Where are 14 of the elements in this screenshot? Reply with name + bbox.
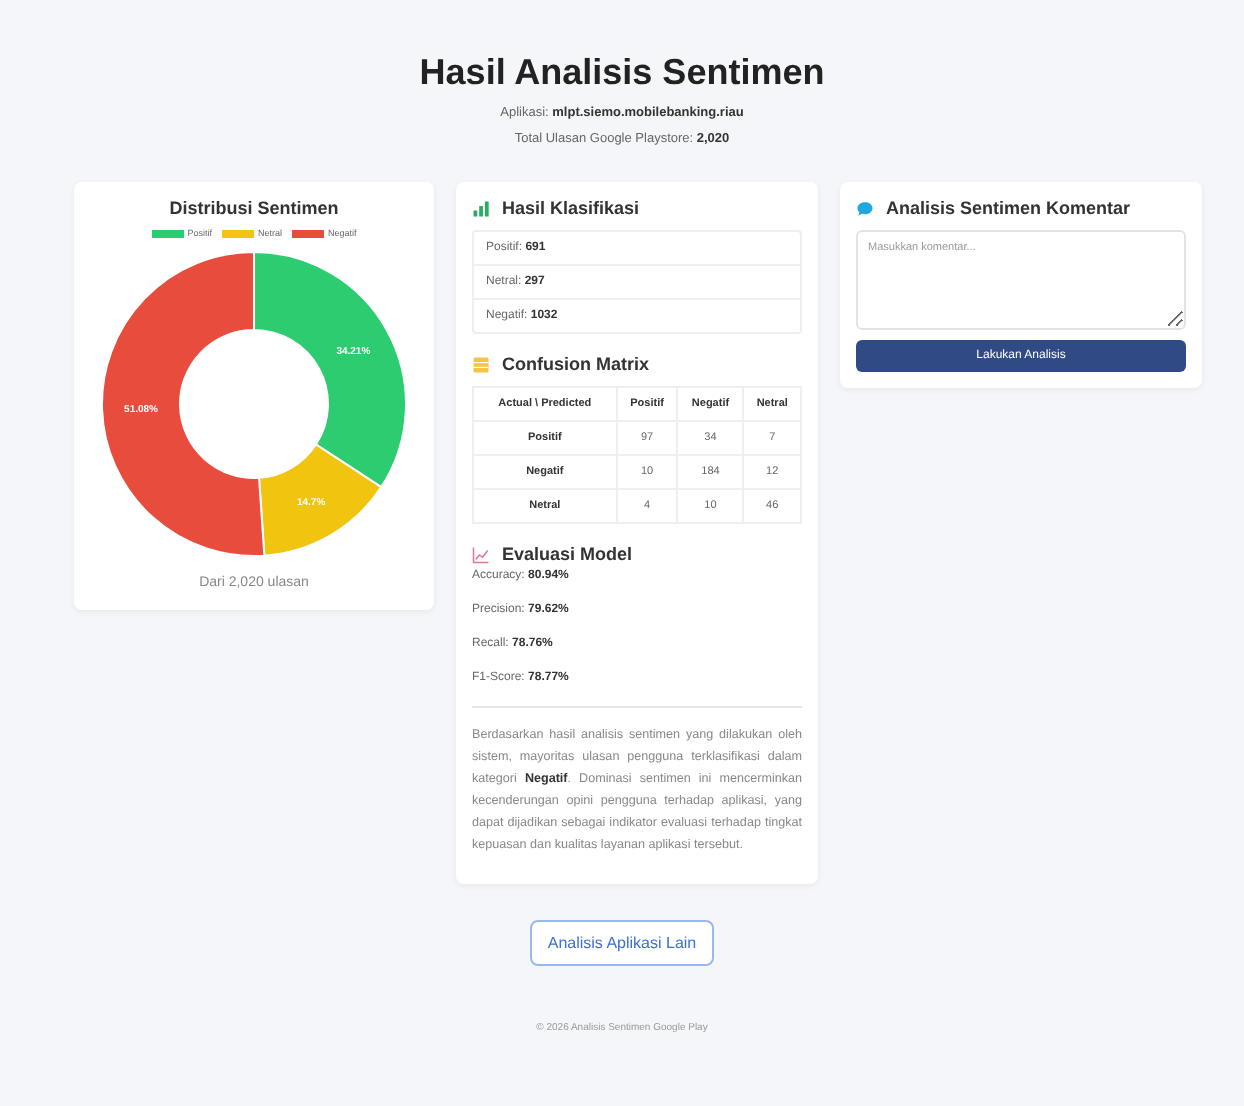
bar-chart-icon	[472, 199, 490, 217]
section-title: Evaluasi Model	[502, 544, 633, 564]
list-icon	[472, 355, 490, 373]
section-title: Analisis Sentimen Komentar	[886, 198, 1131, 218]
card-title: Distribusi Sentimen	[169, 198, 339, 218]
section-title: Confusion Matrix	[502, 354, 649, 374]
chat-bubble-icon	[856, 199, 874, 217]
line-chart-icon	[472, 545, 490, 563]
page-title: Hasil Analisis Sentimen	[417, 52, 827, 94]
legend-swatch	[292, 229, 324, 237]
analyze-other-app-button[interactable]: Analisis Aplikasi Lain	[529, 920, 715, 967]
legend-swatch	[221, 229, 254, 237]
legend-swatch	[151, 229, 184, 237]
section-title: Hasil Klasifikasi	[502, 198, 640, 218]
